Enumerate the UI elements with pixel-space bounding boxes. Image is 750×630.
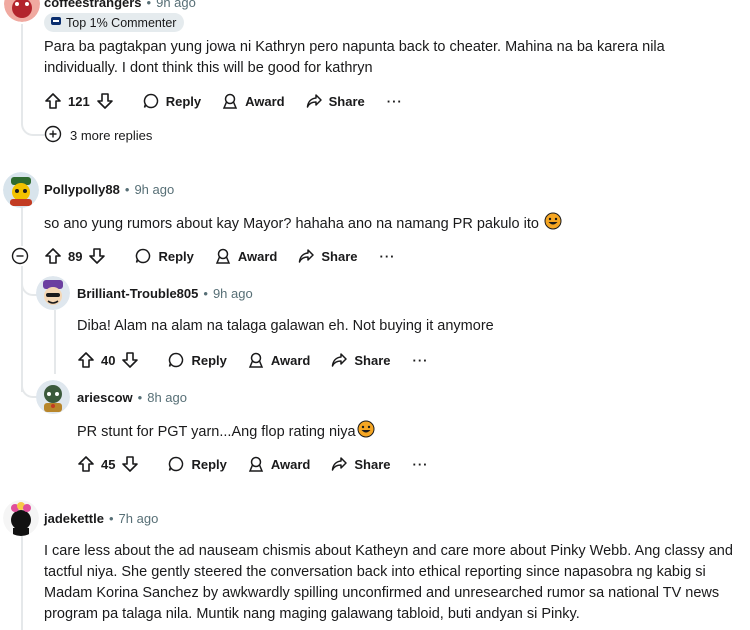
comment-actions: 121 Reply Award Share ··· bbox=[44, 90, 403, 112]
comment-body: PR stunt for PGT yarn...Ang flop rating … bbox=[77, 420, 727, 445]
upvote-icon[interactable] bbox=[44, 92, 62, 110]
timestamp: 9h ago bbox=[134, 182, 175, 197]
reply-icon bbox=[134, 247, 152, 265]
share-label: Share bbox=[354, 352, 391, 368]
award-label: Award bbox=[270, 456, 311, 472]
comment-text: so ano yung rumors about kay Mayor? haha… bbox=[44, 216, 539, 232]
thread-line bbox=[21, 24, 23, 120]
comment-text: PR stunt for PGT yarn...Ang flop rating … bbox=[77, 424, 356, 440]
comment-actions: 89 Reply Award Share ··· bbox=[44, 245, 396, 267]
username[interactable]: jadekettle bbox=[44, 511, 104, 526]
grinning-emoji-icon bbox=[357, 420, 375, 445]
more-replies-label: 3 more replies bbox=[70, 128, 153, 143]
more-options-button[interactable]: ··· bbox=[413, 353, 429, 368]
downvote-icon[interactable] bbox=[121, 455, 139, 473]
reply-icon bbox=[167, 351, 185, 369]
reply-label: Reply bbox=[165, 93, 202, 109]
award-button[interactable]: Award bbox=[221, 92, 285, 110]
thread-connector bbox=[21, 378, 37, 398]
reply-button[interactable]: Reply bbox=[167, 455, 227, 473]
avatar[interactable] bbox=[3, 500, 39, 536]
share-button[interactable]: Share bbox=[305, 92, 365, 110]
upvote-icon[interactable] bbox=[77, 455, 95, 473]
timestamp: 8h ago bbox=[147, 390, 187, 405]
more-replies-link[interactable]: 3 more replies bbox=[44, 125, 152, 146]
username[interactable]: Pollypolly88 bbox=[44, 182, 120, 197]
reply-label: Reply bbox=[158, 248, 194, 264]
avatar[interactable] bbox=[36, 380, 70, 414]
award-icon bbox=[214, 247, 232, 265]
username[interactable]: ariescow bbox=[77, 390, 133, 405]
trophy-icon bbox=[50, 15, 62, 30]
award-icon bbox=[247, 455, 265, 473]
vote-count: 89 bbox=[68, 248, 83, 264]
separator-dot: • bbox=[137, 390, 143, 405]
share-label: Share bbox=[328, 93, 365, 109]
share-button[interactable]: Share bbox=[297, 247, 358, 265]
award-button[interactable]: Award bbox=[214, 247, 278, 265]
username[interactable]: Brilliant-Trouble805 bbox=[77, 286, 198, 301]
more-options-button[interactable]: ··· bbox=[380, 249, 396, 264]
thread-connector bbox=[21, 276, 37, 296]
vote-count: 121 bbox=[68, 93, 90, 109]
award-label: Award bbox=[237, 248, 278, 264]
share-icon bbox=[297, 247, 315, 265]
share-label: Share bbox=[321, 248, 358, 264]
comment-actions: 40 Reply Award Share ··· bbox=[77, 349, 429, 371]
share-icon bbox=[330, 351, 348, 369]
share-icon bbox=[305, 92, 323, 110]
username[interactable]: coffeestrangers bbox=[44, 0, 142, 10]
reply-icon bbox=[167, 455, 185, 473]
thread-line bbox=[21, 536, 23, 630]
more-options-button[interactable]: ··· bbox=[413, 457, 429, 472]
avatar[interactable] bbox=[3, 172, 39, 208]
timestamp: 7h ago bbox=[118, 511, 159, 526]
share-label: Share bbox=[354, 456, 391, 472]
separator-dot: • bbox=[203, 286, 208, 301]
award-icon bbox=[247, 351, 265, 369]
award-label: Award bbox=[245, 93, 285, 109]
vote-count: 45 bbox=[101, 456, 116, 472]
thread-line bbox=[21, 206, 23, 246]
expand-icon bbox=[44, 125, 62, 146]
comment-body: so ano yung rumors about kay Mayor? haha… bbox=[44, 212, 724, 237]
reply-button[interactable]: Reply bbox=[167, 351, 227, 369]
upvote-icon[interactable] bbox=[77, 351, 95, 369]
share-button[interactable]: Share bbox=[330, 455, 391, 473]
user-flair-badge: Top 1% Commenter bbox=[44, 13, 185, 32]
separator-dot: • bbox=[124, 182, 130, 197]
flair-label: Top 1% Commenter bbox=[66, 15, 177, 30]
collapse-thread-button[interactable] bbox=[11, 247, 29, 270]
downvote-icon[interactable] bbox=[121, 351, 139, 369]
comment-body: Para ba pagtakpan yung jowa ni Kathryn p… bbox=[44, 39, 665, 76]
thread-line bbox=[54, 310, 56, 374]
timestamp: 9h ago bbox=[212, 286, 253, 301]
reply-button[interactable]: Reply bbox=[142, 92, 201, 110]
reply-label: Reply bbox=[191, 352, 227, 368]
award-button[interactable]: Award bbox=[247, 455, 311, 473]
reply-icon bbox=[142, 92, 160, 110]
award-button[interactable]: Award bbox=[247, 351, 311, 369]
comment-body: I care less about the ad nauseam chismis… bbox=[44, 543, 733, 622]
more-options-button[interactable]: ··· bbox=[387, 94, 403, 109]
comment-actions: 45 Reply Award Share ··· bbox=[77, 453, 429, 475]
reply-label: Reply bbox=[191, 456, 227, 472]
vote-count: 40 bbox=[101, 352, 116, 368]
award-label: Award bbox=[270, 352, 311, 368]
downvote-icon[interactable] bbox=[96, 92, 114, 110]
avatar[interactable] bbox=[36, 276, 70, 310]
award-icon bbox=[221, 92, 239, 110]
grinning-emoji-icon bbox=[544, 212, 562, 237]
separator-dot: • bbox=[108, 511, 114, 526]
thread-connector bbox=[21, 112, 45, 136]
timestamp: 9h ago bbox=[156, 0, 196, 10]
share-icon bbox=[330, 455, 348, 473]
upvote-icon[interactable] bbox=[44, 247, 62, 265]
downvote-icon[interactable] bbox=[88, 247, 106, 265]
separator-dot: • bbox=[146, 0, 152, 10]
avatar[interactable] bbox=[4, 0, 40, 22]
comment-body: Diba! Alam na alam na talaga galawan eh.… bbox=[77, 318, 494, 334]
share-button[interactable]: Share bbox=[330, 351, 391, 369]
reply-button[interactable]: Reply bbox=[134, 247, 194, 265]
